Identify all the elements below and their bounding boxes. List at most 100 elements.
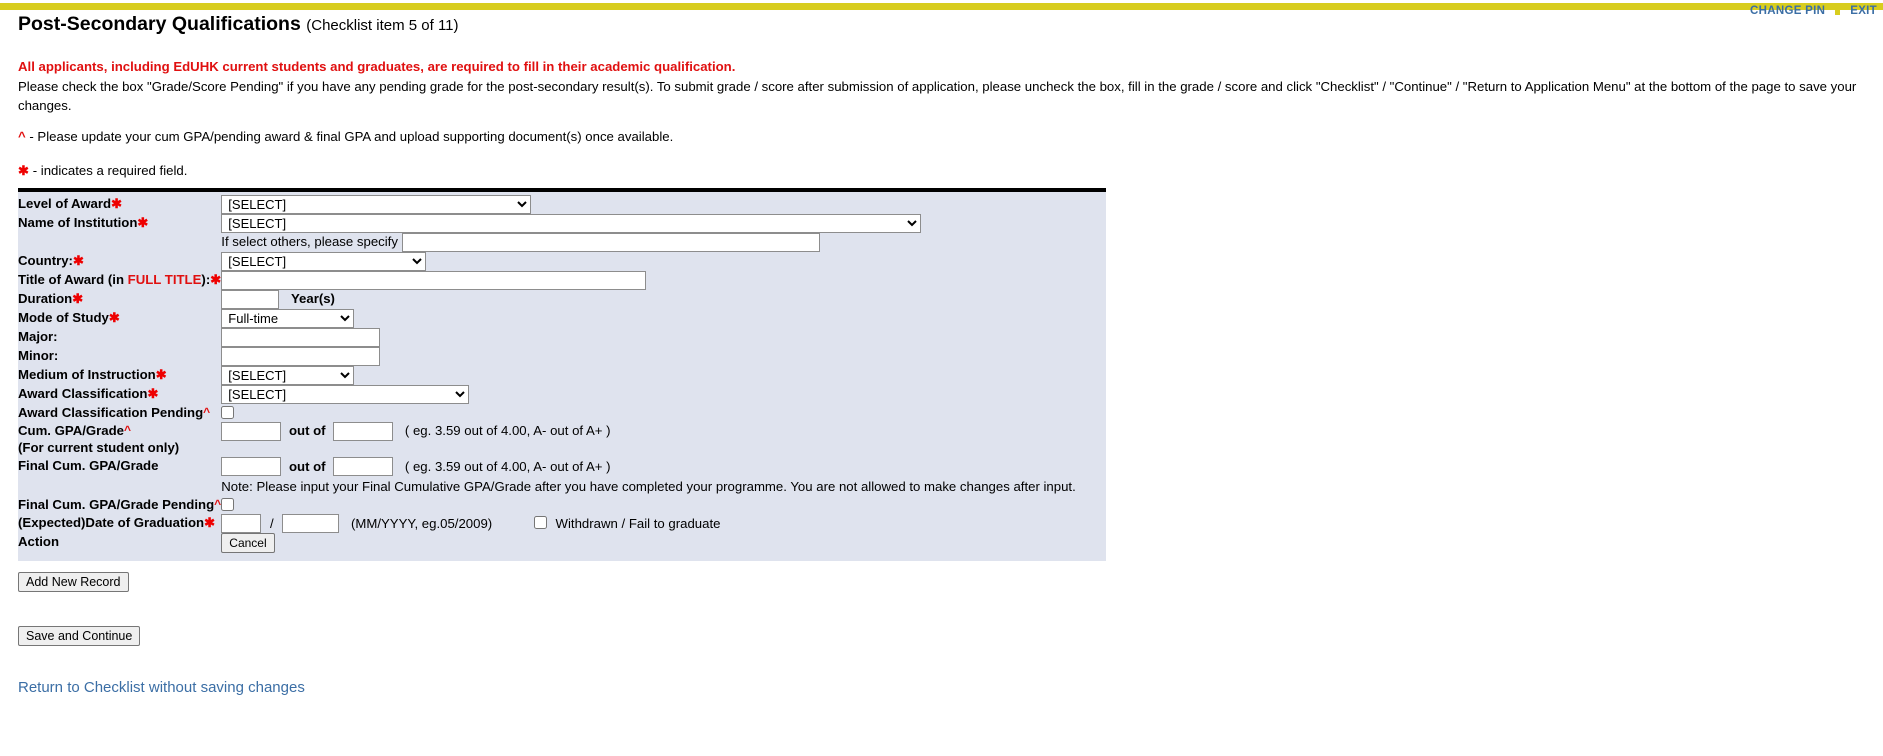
- row-final-cum-gpa: Final Cum. GPA/Grade out of ( eg. 3.59 o…: [18, 457, 1106, 496]
- row-medium-of-instruction: Medium of Instruction✱ [SELECT]: [18, 365, 1106, 385]
- label-duration-text: Duration: [18, 290, 73, 306]
- label-medium-of-instruction: Medium of Instruction✱: [18, 366, 221, 385]
- label-award-classification-text: Award Classification: [18, 385, 148, 401]
- row-minor: Minor:: [18, 346, 1106, 366]
- caret-note-line: ^ - Please update your cum GPA/pending a…: [18, 129, 1865, 144]
- medium-of-instruction-select[interactable]: [SELECT]: [221, 365, 355, 385]
- save-and-continue-container: Save and Continue: [18, 625, 1865, 646]
- row-specify-other-institution: If select others, please specify: [18, 232, 1106, 252]
- row-level-of-award: Level of Award✱ [SELECT]: [18, 194, 1106, 214]
- page-title: Post-Secondary Qualifications (Checklist…: [18, 13, 1865, 36]
- title-of-award-input[interactable]: [221, 270, 647, 290]
- required-asterisk-icon: ✱: [210, 271, 222, 287]
- label-name-of-institution: Name of Institution✱: [18, 214, 221, 233]
- row-award-classification: Award Classification✱ [SELECT]: [18, 384, 1106, 404]
- final-cum-gpa-out-of-label: out of: [288, 458, 326, 474]
- required-asterisk-icon: ✱: [72, 252, 85, 268]
- qualification-form-panel: Level of Award✱ [SELECT] Name of Institu…: [18, 187, 1106, 561]
- label-level-of-award-text: Level of Award: [18, 195, 112, 211]
- label-country-text: Country:: [18, 252, 73, 268]
- level-of-award-select[interactable]: [SELECT]: [221, 194, 532, 214]
- final-cum-gpa-note: Note: Please input your Final Cumulative…: [221, 479, 1076, 495]
- page-title-text: Post-Secondary Qualifications: [18, 13, 301, 35]
- cum-gpa-scale-input[interactable]: [333, 421, 394, 441]
- required-asterisk-icon: ✱: [137, 214, 149, 230]
- caret-icon: ^: [124, 422, 132, 437]
- cum-gpa-input[interactable]: [221, 421, 282, 441]
- required-asterisk-icon: ✱: [108, 309, 120, 325]
- checklist-progress: (Checklist item 5 of 11): [306, 17, 459, 34]
- label-action: Action: [18, 533, 60, 549]
- change-pin-link[interactable]: CHANGE PIN: [1750, 5, 1825, 17]
- duration-unit-label: Year(s): [290, 291, 335, 307]
- instructions-block: All applicants, including EdUHK current …: [18, 57, 1865, 114]
- row-final-cum-gpa-pending: Final Cum. GPA/Grade Pending^: [18, 496, 1106, 514]
- required-field-legend: ✱ - indicates a required field.: [18, 163, 1865, 179]
- mode-of-study-select[interactable]: Full-time: [221, 308, 355, 328]
- caret-icon: ^: [18, 128, 26, 144]
- withdrawn-checkbox[interactable]: [533, 515, 547, 529]
- final-cum-gpa-scale-input[interactable]: [333, 457, 394, 477]
- label-minor: Minor:: [18, 347, 59, 363]
- date-separator: /: [269, 515, 274, 531]
- row-action: Action Cancel: [18, 532, 1106, 553]
- label-spacer: [18, 233, 221, 252]
- required-asterisk-icon: ✱: [204, 514, 216, 530]
- label-graduation-date-text: (Expected)Date of Graduation: [18, 514, 205, 530]
- label-name-of-institution-text: Name of Institution: [18, 214, 138, 230]
- caret-note-text: - Please update your cum GPA/pending awa…: [25, 128, 674, 144]
- exit-link[interactable]: EXIT: [1850, 5, 1877, 17]
- award-classification-pending-checkbox[interactable]: [221, 405, 235, 419]
- label-title-of-award-post: ):: [201, 271, 211, 287]
- specify-other-input[interactable]: [401, 232, 820, 252]
- add-new-record-button[interactable]: Add New Record: [18, 571, 129, 592]
- cancel-button[interactable]: Cancel: [221, 532, 275, 553]
- return-to-checklist-link[interactable]: Return to Checklist without saving chang…: [18, 679, 305, 696]
- graduation-date-format-hint: (MM/YYYY, eg.05/2009): [350, 515, 493, 531]
- row-duration: Duration✱ Year(s): [18, 289, 1106, 309]
- required-asterisk-icon: ✱: [18, 162, 30, 178]
- required-asterisk-icon: ✱: [72, 290, 84, 306]
- row-name-of-institution: Name of Institution✱ [SELECT]: [18, 213, 1106, 233]
- label-cum-gpa-text: Cum. GPA/Grade: [18, 422, 125, 438]
- award-classification-select[interactable]: [SELECT]: [221, 384, 470, 404]
- row-major: Major:: [18, 327, 1106, 347]
- country-select[interactable]: [SELECT]: [221, 251, 427, 271]
- label-country: Country:✱: [18, 252, 221, 271]
- required-asterisk-icon: ✱: [155, 366, 167, 382]
- label-cum-gpa: Cum. GPA/Grade^ (For current student onl…: [18, 422, 221, 458]
- instruction-alert: All applicants, including EdUHK current …: [18, 59, 736, 75]
- specify-other-label: If select others, please specify: [221, 234, 398, 250]
- cum-gpa-out-of-label: out of: [288, 423, 326, 439]
- label-major: Major:: [18, 328, 58, 344]
- caret-icon: ^: [214, 497, 222, 512]
- final-cum-gpa-example: ( eg. 3.59 out of 4.00, A- out of A+ ): [404, 458, 611, 474]
- row-country: Country:✱ [SELECT]: [18, 251, 1106, 271]
- save-and-continue-button[interactable]: Save and Continue: [18, 625, 141, 646]
- label-graduation-date: (Expected)Date of Graduation✱: [18, 514, 221, 533]
- minor-input[interactable]: [221, 346, 381, 366]
- row-mode-of-study: Mode of Study✱ Full-time: [18, 308, 1106, 328]
- instruction-body: Please check the box "Grade/Score Pendin…: [18, 78, 1857, 113]
- graduation-year-input[interactable]: [282, 513, 340, 533]
- graduation-month-input[interactable]: [221, 513, 262, 533]
- top-nav-links: CHANGE PIN EXIT: [1750, 5, 1877, 17]
- required-asterisk-icon: ✱: [111, 195, 123, 211]
- label-title-of-award: Title of Award (in FULL TITLE):✱: [18, 271, 221, 290]
- final-cum-gpa-pending-checkbox[interactable]: [221, 498, 235, 512]
- label-cum-gpa-sublabel: (For current student only): [18, 440, 180, 456]
- major-input[interactable]: [221, 327, 381, 347]
- name-of-institution-select[interactable]: [SELECT]: [221, 213, 922, 233]
- label-final-cum-gpa-pending-text: Final Cum. GPA/Grade Pending: [18, 497, 215, 513]
- required-legend-text: - indicates a required field.: [29, 162, 188, 178]
- qualification-form-table: Level of Award✱ [SELECT] Name of Institu…: [18, 194, 1106, 553]
- label-final-cum-gpa: Final Cum. GPA/Grade: [18, 458, 159, 474]
- label-title-of-award-emphasis: FULL TITLE: [127, 271, 202, 287]
- required-asterisk-icon: ✱: [147, 385, 159, 401]
- label-mode-of-study-text: Mode of Study: [18, 309, 109, 325]
- duration-input[interactable]: [221, 289, 280, 309]
- final-cum-gpa-input[interactable]: [221, 457, 282, 477]
- label-award-classification-pending: Award Classification Pending^: [18, 404, 221, 422]
- nav-separator: [1835, 7, 1841, 15]
- label-final-cum-gpa-pending: Final Cum. GPA/Grade Pending^: [18, 496, 221, 514]
